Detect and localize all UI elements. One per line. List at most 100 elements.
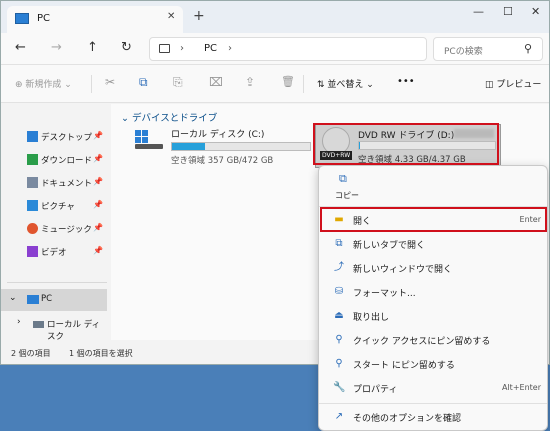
copy-button[interactable]: ⧉ コピー <box>327 172 361 204</box>
chevron-right-icon[interactable]: › <box>180 43 184 54</box>
pin-icon: ⚲ <box>335 334 343 345</box>
sidebar-item-label: ビデオ <box>41 248 67 258</box>
address-bar[interactable]: › PC › <box>149 37 427 61</box>
sidebar-item-desktop[interactable]: デスクトップ 📌 <box>1 126 107 148</box>
chevron-right-icon[interactable]: › <box>228 43 232 54</box>
pin-icon: 📌 <box>93 223 103 232</box>
share-icon[interactable]: ⇪ <box>245 75 255 89</box>
minimize-button[interactable]: — <box>473 5 484 18</box>
breadcrumb-pc[interactable]: PC <box>204 43 217 54</box>
sidebar-item-label: ダウンロード <box>41 156 93 166</box>
drive-name: ローカル ディスク (C:) <box>171 130 265 140</box>
menu-item-pin-quick-access[interactable]: ⚲ クイック アクセスにピン留めする <box>323 329 545 351</box>
back-button[interactable]: ← <box>15 40 26 55</box>
search-placeholder: PCの検索 <box>444 47 483 57</box>
properties-icon: 🔧 <box>333 382 346 393</box>
drive-icon <box>33 321 44 328</box>
copy-label: コピー <box>335 191 359 200</box>
delete-icon[interactable]: 🗑 <box>281 75 295 88</box>
tab-pc[interactable]: PC ✕ <box>7 6 183 33</box>
divider <box>7 282 107 283</box>
menu-item-label: 新しいタブで開く <box>353 241 426 251</box>
rename-icon[interactable]: ⌧ <box>209 75 223 89</box>
new-tab-button[interactable]: + <box>193 8 205 24</box>
menu-item-more-options[interactable]: ↗ その他のオプションを確認 <box>323 406 545 428</box>
sidebar-item-documents[interactable]: ドキュメント 📌 <box>1 172 107 194</box>
document-icon <box>27 177 38 188</box>
sort-button[interactable]: ⇅ 並べ替え ⌄ <box>317 77 374 90</box>
pin-icon: 📌 <box>93 177 103 186</box>
sidebar-item-label: ドキュメント <box>41 179 93 189</box>
download-icon <box>27 154 38 165</box>
refresh-button[interactable]: ↻ <box>121 40 132 55</box>
more-icon[interactable]: ••• <box>397 76 415 87</box>
highlight-open-item <box>320 207 547 232</box>
forward-button[interactable]: → <box>51 40 62 55</box>
title-bar: PC ✕ + — ☐ ✕ <box>1 1 549 33</box>
menu-item-open-new-window[interactable]: ⤴ 新しいウィンドウで開く <box>323 257 545 279</box>
pin-icon: 📌 <box>93 246 103 255</box>
menu-item-pin-start[interactable]: ⚲ スタート にピン留めする <box>323 353 545 375</box>
menu-item-format[interactable]: ⛁ フォーマット... <box>323 281 545 303</box>
menu-item-label: スタート にピン留めする <box>353 361 455 371</box>
sidebar-item-label: PC <box>41 294 53 304</box>
chevron-right-icon[interactable]: › <box>17 317 21 327</box>
computer-icon <box>27 295 39 304</box>
copy-icon[interactable]: ⧉ <box>139 75 148 90</box>
divider <box>303 75 304 93</box>
new-tab-icon: ⧉ <box>335 238 343 249</box>
context-menu: ⧉ コピー ▬ 開く Enter ⧉ 新しいタブで開く ⤴ 新しいウィンドウで開… <box>318 165 548 431</box>
menu-item-label: クイック アクセスにピン留めする <box>353 337 491 347</box>
sidebar-item-label: ローカル ディスク <box>47 320 101 342</box>
command-bar: ⊕ 新規作成 ⌄ ✂ ⧉ ⎘ ⌧ ⇪ 🗑 ⇅ 並べ替え ⌄ ••• ◫ プレビュ… <box>1 65 549 103</box>
menu-item-label: プロパティ <box>353 385 398 395</box>
maximize-button[interactable]: ☐ <box>503 5 513 18</box>
chevron-down-icon[interactable]: ⌄ <box>9 293 17 303</box>
sidebar-item-downloads[interactable]: ダウンロード 📌 <box>1 149 107 171</box>
drive-usage-fill <box>172 143 206 150</box>
preview-button[interactable]: ◫ プレビュー <box>485 77 541 90</box>
menu-item-label: フォーマット... <box>353 289 416 299</box>
selection-count: 1 個の項目を選択 <box>69 349 133 358</box>
video-icon <box>27 246 38 257</box>
sidebar-item-label: デスクトップ <box>41 133 93 143</box>
sidebar-item-local-disk[interactable]: › ローカル ディスク <box>1 313 107 342</box>
more-options-icon: ↗ <box>334 411 344 422</box>
navigation-bar: ← → ↑ ↻ › PC › PCの検索 ⚲ <box>1 33 549 65</box>
pin-start-icon: ⚲ <box>335 358 343 369</box>
menu-item-label: 取り出し <box>353 313 390 323</box>
cut-icon[interactable]: ✂ <box>105 75 115 89</box>
search-icon: ⚲ <box>524 42 533 55</box>
format-icon: ⛁ <box>334 286 344 297</box>
copy-icon: ⧉ <box>339 172 347 185</box>
sidebar-item-videos[interactable]: ビデオ 📌 <box>1 241 107 263</box>
desktop-icon <box>27 131 38 142</box>
drive-free-space: 空き領域 357 GB/472 GB <box>171 156 274 166</box>
paste-icon[interactable]: ⎘ <box>173 75 183 90</box>
pin-icon: 📌 <box>93 200 103 209</box>
tab-label: PC <box>37 13 51 24</box>
tab-close-icon[interactable]: ✕ <box>167 11 175 22</box>
group-header[interactable]: ⌄ デバイスとドライブ <box>121 110 217 124</box>
menu-item-eject[interactable]: ⏏ 取り出し <box>323 305 545 327</box>
menu-item-properties[interactable]: 🔧 プロパティ Alt+Enter <box>323 377 545 399</box>
sidebar-item-pc[interactable]: ⌄ PC <box>1 289 107 311</box>
item-count: 2 個の項目 <box>11 349 51 358</box>
pictures-icon <box>27 200 38 211</box>
menu-item-open-new-tab[interactable]: ⧉ 新しいタブで開く <box>323 233 545 255</box>
sidebar-item-pictures[interactable]: ピクチャ 📌 <box>1 195 107 217</box>
new-window-icon: ⤴ <box>334 262 344 273</box>
drive-c[interactable]: ローカル ディスク (C:) 空き領域 357 GB/472 GB <box>131 124 321 168</box>
close-window-button[interactable]: ✕ <box>531 5 540 18</box>
music-icon <box>27 223 38 234</box>
computer-icon <box>15 13 29 24</box>
sidebar-item-music[interactable]: ミュージック 📌 <box>1 218 107 240</box>
sidebar-item-label: ミュージック <box>41 225 92 235</box>
monitor-icon <box>159 44 170 53</box>
divider <box>91 75 92 93</box>
menu-item-label: 新しいウィンドウで開く <box>353 265 453 275</box>
new-button[interactable]: ⊕ 新規作成 ⌄ <box>15 77 72 90</box>
search-input[interactable]: PCの検索 ⚲ <box>433 37 543 61</box>
up-button[interactable]: ↑ <box>87 40 98 55</box>
eject-icon: ⏏ <box>334 310 344 321</box>
